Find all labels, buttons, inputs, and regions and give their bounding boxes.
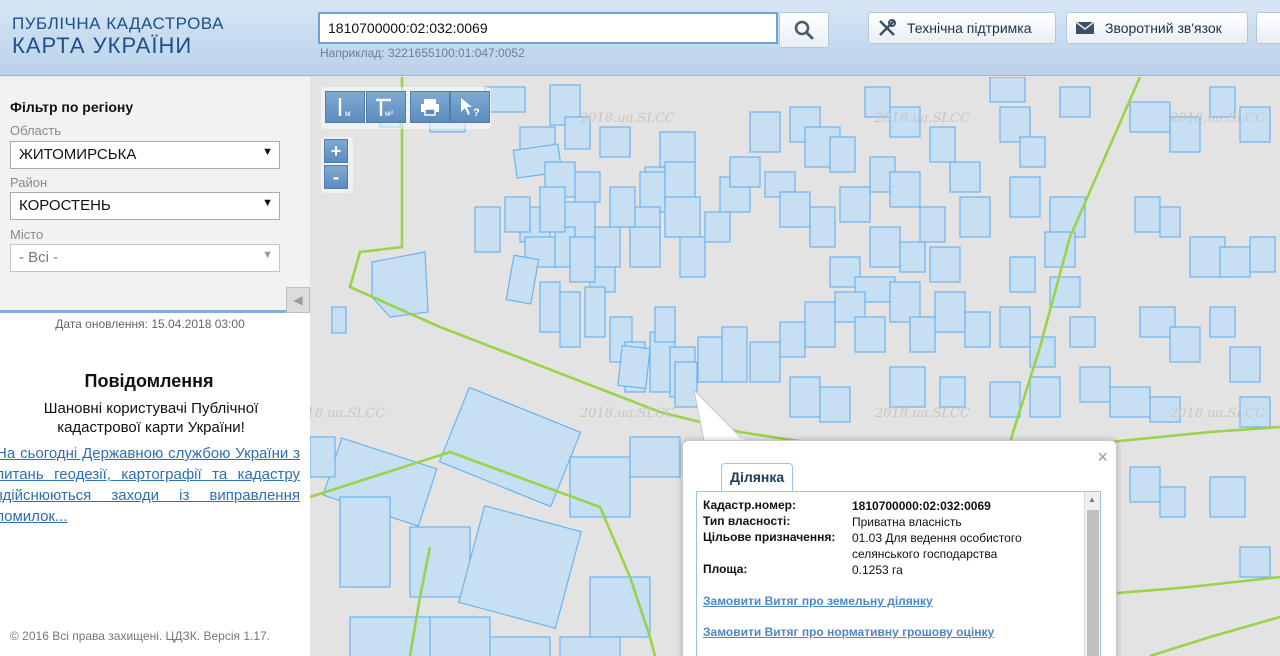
- info-value: 01.03 Для ведення особистого селянського…: [852, 531, 1022, 561]
- watermark: 2018.ua.SLCC: [874, 406, 970, 421]
- collapse-sidebar-button[interactable]: ◀: [286, 287, 310, 313]
- parcel-popup: × Ділянка Кадастр.номер: 1810700000:02:0…: [682, 440, 1117, 656]
- watermark: 2018.ua.SLCC: [579, 406, 675, 421]
- dropdown-arrow-icon: ▼: [262, 249, 273, 261]
- logo-line1: ПУБЛІЧНА КАДАСТРОВА: [12, 14, 224, 33]
- svg-text:?: ?: [473, 107, 480, 118]
- support-label: Технічна підтримка: [907, 20, 1032, 36]
- search-icon: [794, 20, 814, 40]
- city-value: - Всі -: [19, 249, 59, 266]
- zoom-in-button[interactable]: +: [324, 139, 348, 163]
- envelope-icon: [1075, 21, 1095, 34]
- oblast-label: Область: [10, 123, 62, 138]
- city-select[interactable]: - Всі - ▼: [10, 244, 280, 272]
- order-extract-link[interactable]: Замовити Витяг про земельну ділянку: [703, 594, 933, 608]
- chevron-left-icon: ◀: [293, 293, 303, 307]
- watermark: 2018.ua.SLCC: [1169, 406, 1265, 421]
- raion-select[interactable]: КОРОСТЕНЬ ▼: [10, 192, 280, 220]
- feedback-label: Зворотний зв'язок: [1105, 20, 1222, 36]
- header: ПУБЛІЧНА КАДАСТРОВА КАРТА УКРАЇНИ 181070…: [0, 0, 1280, 76]
- watermark: 2018.ua.SLCC: [310, 406, 385, 421]
- map-canvas[interactable]: .p { fill: #c7dff2; stroke: #6db3ee; str…: [310, 77, 1280, 656]
- search-input[interactable]: 1810700000:02:032:0069: [318, 12, 778, 44]
- city-label: Місто: [10, 227, 44, 242]
- support-button[interactable]: Технічна підтримка: [868, 12, 1056, 44]
- svg-text:м²: м²: [385, 109, 394, 118]
- notice-title: Повідомлення: [84, 371, 214, 391]
- sidebar: Фільтр по регіону Область ЖИТОМИРСЬКА ▼ …: [0, 77, 310, 656]
- scroll-up-icon[interactable]: ▲: [1088, 495, 1096, 504]
- oblast-select[interactable]: ЖИТОМИРСЬКА ▼: [10, 141, 280, 169]
- filter-title: Фільтр по регіону: [10, 99, 134, 115]
- zoom-out-button[interactable]: -: [324, 165, 348, 189]
- watermarks: 2018.ua.SLCC 2018.ua.SLCC 2018.ua.SLCC 2…: [310, 111, 1265, 421]
- parcel-info: Кадастр.номер: 1810700000:02:032:0069 Ти…: [696, 491, 1101, 656]
- watermark: 2018.ua.SLCC: [874, 111, 970, 126]
- notice-link[interactable]: На сьогодні Державною службою України з …: [0, 443, 300, 527]
- info-key: Цільове призначення:: [703, 530, 836, 544]
- print-button[interactable]: [410, 91, 450, 123]
- region-filter: Фільтр по регіону Область ЖИТОМИРСЬКА ▼ …: [0, 77, 310, 313]
- tools-icon: [879, 19, 896, 36]
- svg-text:м: м: [345, 109, 351, 118]
- dropdown-arrow-icon: ▼: [262, 197, 273, 209]
- raion-label: Район: [10, 175, 48, 190]
- notice-text: Шановні користувачі Публічної кадастрово…: [43, 400, 259, 436]
- ruler-area-icon: м²: [376, 98, 394, 118]
- popup-scrollbar[interactable]: ▲: [1084, 492, 1100, 656]
- identify-button[interactable]: ?: [450, 91, 490, 123]
- info-key: Площа:: [703, 562, 748, 576]
- logo-line2: КАРТА УКРАЇНИ: [12, 33, 193, 58]
- more-header-button[interactable]: [1256, 12, 1280, 44]
- raion-value: КОРОСТЕНЬ: [19, 197, 111, 214]
- dropdown-arrow-icon: ▼: [262, 146, 273, 158]
- search-button[interactable]: [779, 12, 829, 48]
- tab-parcel[interactable]: Ділянка: [721, 463, 794, 491]
- logo[interactable]: ПУБЛІЧНА КАДАСТРОВА КАРТА УКРАЇНИ: [12, 14, 224, 58]
- measure-area-button[interactable]: м²: [366, 91, 406, 123]
- identify-icon: ?: [461, 98, 480, 118]
- print-icon: [421, 99, 439, 116]
- close-icon[interactable]: ×: [1097, 447, 1108, 468]
- parcels-south: [310, 386, 681, 656]
- feedback-button[interactable]: Зворотний зв'язок: [1066, 12, 1248, 44]
- scroll-thumb[interactable]: [1087, 510, 1099, 656]
- order-valuation-link[interactable]: Замовити Витяг про нормативну грошову оц…: [703, 625, 994, 639]
- info-key: Кадастр.номер:: [703, 498, 796, 512]
- info-value: 1810700000:02:032:0069: [852, 499, 991, 513]
- copyright: © 2016 Всі права захищені. ЦДЗК. Версія …: [10, 629, 271, 643]
- watermark: 2018.ua.SLCC: [1169, 111, 1265, 126]
- watermark: 2018.ua.SLCC: [579, 111, 675, 126]
- parcel-large-nw: [371, 251, 429, 318]
- update-date: Дата оновлення: 15.04.2018 03:00: [55, 317, 245, 331]
- measure-distance-button[interactable]: м: [325, 91, 365, 123]
- ruler-m-icon: м: [338, 98, 351, 118]
- popup-pointer: [693, 390, 746, 442]
- search-example: Наприклад: 3221655100:01:047:0052: [320, 46, 525, 60]
- oblast-value: ЖИТОМИРСЬКА: [19, 146, 137, 163]
- info-key: Тип власності:: [703, 514, 791, 528]
- info-value: Приватна власність: [852, 515, 962, 529]
- info-value: 0.1253 га: [852, 563, 903, 577]
